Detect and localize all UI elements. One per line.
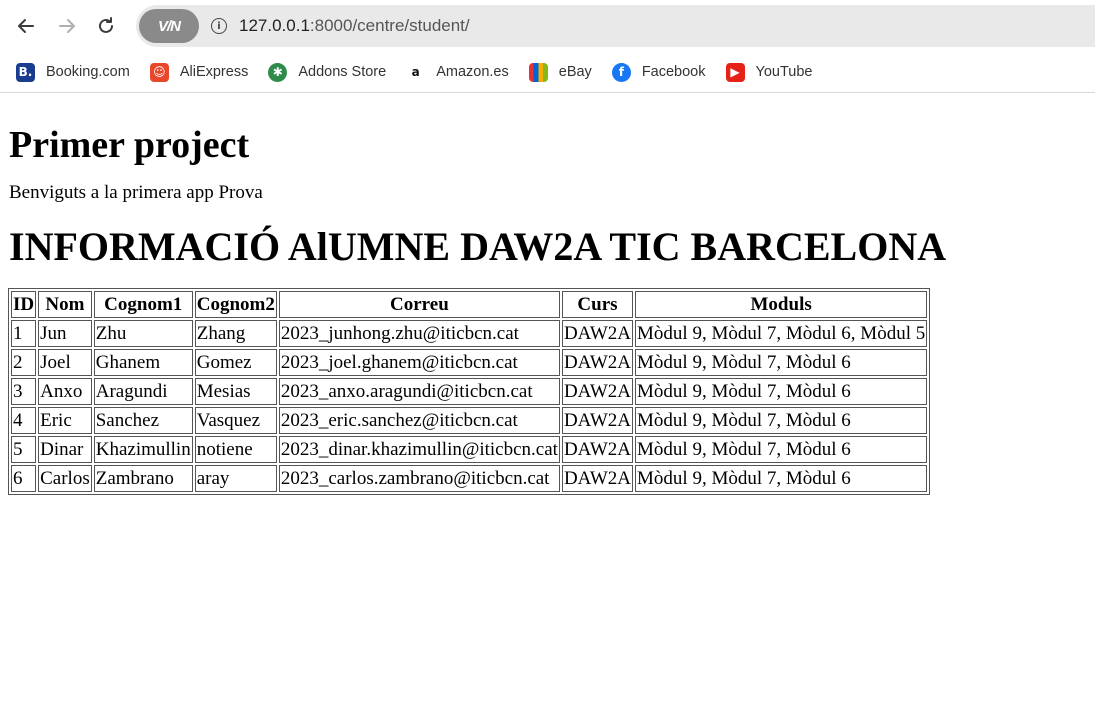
table-cell: Mòdul 9, Mòdul 7, Mòdul 6 [635,407,928,434]
students-table: ID Nom Cognom1 Cognom2 Correu Curs Moduls 1 Jun… [8,288,931,495]
page-title: Primer project [9,124,250,166]
table-cell: Mòdul 9, Mòdul 7, Mòdul 6 [635,349,928,376]
bookmark-label: Booking.com [46,64,130,80]
table-cell: 2023_joel.ghanem@iticbcn.cat [278,349,560,376]
table-cell: notiene [194,436,277,463]
amazon-icon: a [406,62,426,82]
table-header-row: ID Nom Cognom1 Cognom2 Correu Curs Moduls [11,291,928,318]
table-cell: Mòdul 9, Mòdul 7, Mòdul 6, Mòdul 5 [635,320,928,347]
url-text[interactable]: 127.0.0.1:8000/centre/student/ [239,16,470,36]
youtube-icon: ▶ [725,62,745,82]
table-cell: 2023_dinar.khazimullin@iticbcn.cat [278,436,560,463]
reload-icon[interactable] [92,12,120,40]
table-cell: Ghanem [93,349,193,376]
bookmark-label: Addons Store [298,64,387,80]
column-header: ID [11,291,37,318]
table-cell: 2023_junhong.zhu@iticbcn.cat [278,320,560,347]
bookmark-aliexpress[interactable]: ☺ AliExpress [149,62,249,82]
bookmark-youtube[interactable]: ▶ YouTube [725,62,813,82]
booking-icon: B. [16,62,35,82]
address-bar[interactable]: V/N i 127.0.0.1:8000/centre/student/ [136,5,1095,47]
bookmark-amazon[interactable]: a Amazon.es [406,62,509,82]
table-row: 2 Joel Ghanem Gomez 2023_joel.ghanem@iticbcn… [11,349,928,376]
table-cell: 4 [11,407,37,434]
bookmark-label: eBay [558,64,592,80]
table-cell: Jun [38,320,92,347]
column-header: Nom [38,291,92,318]
column-header: Cognom2 [194,291,277,318]
table-cell: 2023_carlos.zambrano@iticbcn.cat [278,465,560,492]
column-header: Cognom1 [93,291,193,318]
url-host: 127.0.0.1 [239,16,310,35]
aliexpress-icon: ☺ [149,62,169,82]
table-cell: Dinar [38,436,92,463]
table-cell: Zhang [194,320,277,347]
table-cell: 2023_anxo.aragundi@iticbcn.cat [278,378,560,405]
page-content: Primer project Benviguts a la primera ap… [0,121,1095,495]
table-cell: 1 [11,320,37,347]
column-header: Correu [278,291,560,318]
table-cell: DAW2A [561,320,634,347]
column-header: Moduls [635,291,928,318]
table-cell: Aragundi [93,378,193,405]
forward-arrow-icon[interactable] [53,12,81,40]
bookmark-facebook[interactable]: f Facebook [611,62,706,82]
table-cell: 5 [11,436,37,463]
table-cell: DAW2A [561,349,634,376]
column-header: Curs [561,291,634,318]
table-row: 4 Eric Sanchez Vasquez 2023_eric.sanchez@iti… [11,407,928,434]
bookmark-addons-store[interactable]: ✱ Addons Store [268,62,387,82]
bookmark-label: Facebook [641,64,706,80]
table-cell: Mòdul 9, Mòdul 7, Mòdul 6 [635,436,928,463]
table-cell: Eric [38,407,92,434]
site-info-icon[interactable]: i [211,18,227,34]
table-cell: Khazimullin [93,436,193,463]
table-cell: Joel [38,349,92,376]
table-row: 3 Anxo Aragundi Mesias 2023_anxo.aragundi@it… [11,378,928,405]
vpn-button[interactable]: V/N [139,9,199,43]
bookmark-label: AliExpress [179,64,249,80]
table-cell: Mòdul 9, Mòdul 7, Mòdul 6 [635,378,928,405]
facebook-icon: f [611,62,631,82]
table-cell: aray [194,465,277,492]
browser-toolbar: V/N i 127.0.0.1:8000/centre/student/ [0,0,1095,52]
table-cell: DAW2A [561,378,634,405]
table-cell: Vasquez [194,407,277,434]
bookmark-booking[interactable]: B. Booking.com [16,62,130,82]
table-cell: DAW2A [561,407,634,434]
table-cell: 3 [11,378,37,405]
table-body: 1 Jun Zhu Zhang 2023_junhong.zhu@iticbcn.cat… [11,320,928,492]
table-cell: 6 [11,465,37,492]
table-cell: DAW2A [561,465,634,492]
table-cell: DAW2A [561,436,634,463]
table-cell: Anxo [38,378,92,405]
back-arrow-icon[interactable] [12,12,40,40]
bookmark-ebay[interactable]: ▮ eBay [528,62,592,82]
table-row: 1 Jun Zhu Zhang 2023_junhong.zhu@iticbcn.cat… [11,320,928,347]
ebay-icon: ▮ [528,62,548,82]
table-row: 6 Carlos Zambrano aray 2023_carlos.zambrano@… [11,465,928,492]
bookmarks-bar: B. Booking.com ☺ AliExpress ✱ Addons Store a Am… [0,52,1095,93]
table-cell: Sanchez [93,407,193,434]
table-cell: Gomez [194,349,277,376]
table-cell: Zhu [93,320,193,347]
table-cell: Mesias [194,378,277,405]
table-cell: Zambrano [93,465,193,492]
table-cell: Mòdul 9, Mòdul 7, Mòdul 6 [635,465,928,492]
section-heading: INFORMACIÓ AlUMNE DAW2A TIC BARCELONA [9,224,947,269]
table-cell: Carlos [38,465,92,492]
bookmark-label: YouTube [755,64,813,80]
table-row: 5 Dinar Khazimullin notiene 2023_dinar.khazi… [11,436,928,463]
bookmark-label: Amazon.es [436,64,509,80]
intro-text: Benviguts a la primera app Prova [9,182,263,203]
url-path: :8000/centre/student/ [309,16,470,35]
table-cell: 2 [11,349,37,376]
table-cell: 2023_eric.sanchez@iticbcn.cat [278,407,560,434]
addons-store-icon: ✱ [268,62,288,82]
